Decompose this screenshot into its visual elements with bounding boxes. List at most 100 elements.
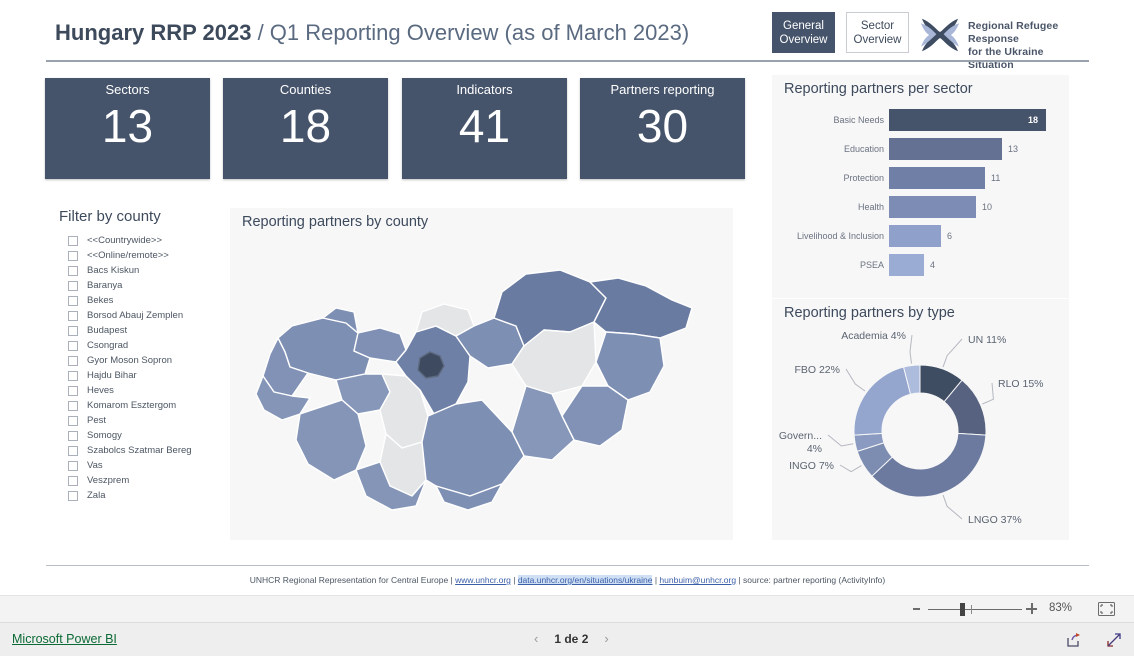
county-filter-item[interactable]: Vas <box>55 458 227 473</box>
county-filter-item[interactable]: Pest <box>55 413 227 428</box>
partner-type-donut-chart[interactable]: Reporting partners by type UN 11% RLO 15%… <box>772 299 1069 540</box>
bar-category-label: Livelihood & Inclusion <box>796 231 884 241</box>
report-canvas: Hungary RRP 2023 / Q1 Reporting Overview… <box>0 0 1134 595</box>
bar-chart-row[interactable]: PSEA 4 <box>772 254 1069 276</box>
footer-link-email[interactable]: hunbuim@unhcr.org <box>659 575 736 585</box>
checkbox-icon[interactable] <box>68 340 78 351</box>
checkbox-icon[interactable] <box>68 445 78 456</box>
bar-chart-row[interactable]: Health 10 <box>772 196 1069 218</box>
fit-to-page-icon[interactable] <box>1098 602 1115 616</box>
county-filter-item[interactable]: Zala <box>55 488 227 503</box>
checkbox-icon[interactable] <box>68 235 78 246</box>
donut-slice[interactable] <box>853 366 912 436</box>
microsoft-power-bi-link[interactable]: Microsoft Power BI <box>12 632 117 646</box>
bar-chart-row[interactable]: Protection 11 <box>772 167 1069 189</box>
bar-fill[interactable] <box>889 167 985 189</box>
zoom-out-button[interactable] <box>913 608 920 610</box>
bar-category-label: Education <box>843 144 884 154</box>
donut-slice[interactable] <box>871 432 987 498</box>
county-filter-label: Bekes <box>87 295 114 306</box>
checkbox-icon[interactable] <box>68 310 78 321</box>
county-filter-item[interactable]: Veszprem <box>55 473 227 488</box>
checkbox-icon[interactable] <box>68 370 78 381</box>
checkbox-icon[interactable] <box>68 460 78 471</box>
donut-slice-label: INGO 7% <box>789 460 834 472</box>
checkbox-icon[interactable] <box>68 415 78 426</box>
map-title: Reporting partners by county <box>242 214 429 230</box>
footer-link-data-portal[interactable]: data.unhcr.org/en/situations/ukraine <box>517 575 653 585</box>
checkbox-icon[interactable] <box>68 400 78 411</box>
checkbox-icon[interactable] <box>68 325 78 336</box>
bar-chart-row[interactable]: Education 13 <box>772 138 1069 160</box>
fullscreen-icon[interactable] <box>1106 632 1122 648</box>
share-icon[interactable] <box>1066 632 1082 648</box>
previous-page-icon[interactable]: ‹ <box>534 631 538 647</box>
header-divider <box>46 60 1089 62</box>
county-filter-item[interactable]: Bekes <box>55 293 227 308</box>
footer-link-unhcr[interactable]: www.unhcr.org <box>455 575 511 585</box>
bar-fill[interactable] <box>889 254 924 276</box>
zoom-toolbar: 83% <box>0 595 1134 623</box>
kpi-value: 30 <box>636 100 689 152</box>
county-filter-item[interactable]: Heves <box>55 383 227 398</box>
hungary-choropleth-map[interactable] <box>230 234 733 534</box>
county-filter-item[interactable]: Baranya <box>55 278 227 293</box>
checkbox-icon[interactable] <box>68 295 78 306</box>
county-filter-label: Vas <box>87 460 103 471</box>
county-filter-item[interactable]: Bacs Kiskun <box>55 263 227 278</box>
zoom-in-button[interactable] <box>1026 603 1037 614</box>
bar-fill[interactable] <box>889 196 976 218</box>
map-visual[interactable]: Reporting partners by county <box>230 208 733 540</box>
donut-chart-plot: UN 11% RLO 15% LNGO 37% INGO 7% Govern... 4% F… <box>772 325 1069 537</box>
county-filter-item[interactable]: <<Online/remote>> <box>55 248 227 263</box>
zoom-slider-track[interactable] <box>928 609 1022 610</box>
county-filter-item[interactable]: Gyor Moson Sopron <box>55 353 227 368</box>
county-filter-item[interactable]: Csongrad <box>55 338 227 353</box>
page-title: Hungary RRP 2023 / Q1 Reporting Overview… <box>55 20 689 46</box>
bar-category-label: PSEA <box>859 260 884 270</box>
bar-track: 10 <box>889 196 1069 218</box>
county-filter-label: <<Online/remote>> <box>87 250 169 261</box>
page-title-bold: Hungary RRP 2023 <box>55 20 252 45</box>
county-filter-item[interactable]: Somogy <box>55 428 227 443</box>
county-filter-item[interactable]: Borsod Abauj Zemplen <box>55 308 227 323</box>
bar-category-label: Health <box>857 202 884 212</box>
checkbox-icon[interactable] <box>68 385 78 396</box>
county-filter-item[interactable]: <<Countrywide>> <box>55 233 227 248</box>
tab-general-overview[interactable]: General Overview <box>772 12 835 53</box>
checkbox-icon[interactable] <box>68 355 78 366</box>
checkbox-icon[interactable] <box>68 490 78 501</box>
next-page-icon[interactable]: › <box>604 631 608 647</box>
bar-fill[interactable] <box>889 138 1002 160</box>
county-filter-slicer[interactable]: Filter by county <<Countrywide>> <<Online… <box>55 208 227 508</box>
bar-chart-row[interactable]: Livelihood & Inclusion 6 <box>772 225 1069 247</box>
bar-fill[interactable] <box>889 225 941 247</box>
kpi-card-indicators[interactable]: Indicators 41 <box>402 78 567 179</box>
zoom-slider-thumb[interactable] <box>960 603 965 616</box>
county-filter-item[interactable]: Komarom Esztergom <box>55 398 227 413</box>
donut-slice-label: 4% <box>807 443 822 455</box>
checkbox-icon[interactable] <box>68 430 78 441</box>
kpi-card-counties[interactable]: Counties 18 <box>223 78 388 179</box>
tab-sector-overview[interactable]: Sector Overview <box>846 12 909 53</box>
county-filter-title: Filter by county <box>59 208 161 225</box>
bar-fill[interactable] <box>889 109 1046 131</box>
county-filter-item[interactable]: Szabolcs Szatmar Bereg <box>55 443 227 458</box>
bar-chart-row[interactable]: Basic Needs 18 <box>772 109 1069 131</box>
bar-track: 18 <box>889 109 1069 131</box>
checkbox-icon[interactable] <box>68 250 78 261</box>
kpi-card-sectors[interactable]: Sectors 13 <box>45 78 210 179</box>
kpi-card-partners-reporting[interactable]: Partners reporting 30 <box>580 78 745 179</box>
county-filter-label: Gyor Moson Sopron <box>87 355 173 366</box>
rrp-logo-line1: Regional Refugee Response <box>968 20 1059 45</box>
checkbox-icon[interactable] <box>68 265 78 276</box>
sector-bar-chart[interactable]: Reporting partners per sector Basic Need… <box>772 75 1069 298</box>
checkbox-icon[interactable] <box>68 475 78 486</box>
county-filter-label: Komarom Esztergom <box>87 400 177 411</box>
county-filter-item[interactable]: Hajdu Bihar <box>55 368 227 383</box>
kpi-value: 18 <box>279 100 332 152</box>
checkbox-icon[interactable] <box>68 280 78 291</box>
county-filter-item[interactable]: Budapest <box>55 323 227 338</box>
footer-sep-4: | <box>736 575 744 585</box>
bar-chart-plot: Basic Needs 18 Education 13 Protection 11 Heal… <box>772 109 1069 289</box>
